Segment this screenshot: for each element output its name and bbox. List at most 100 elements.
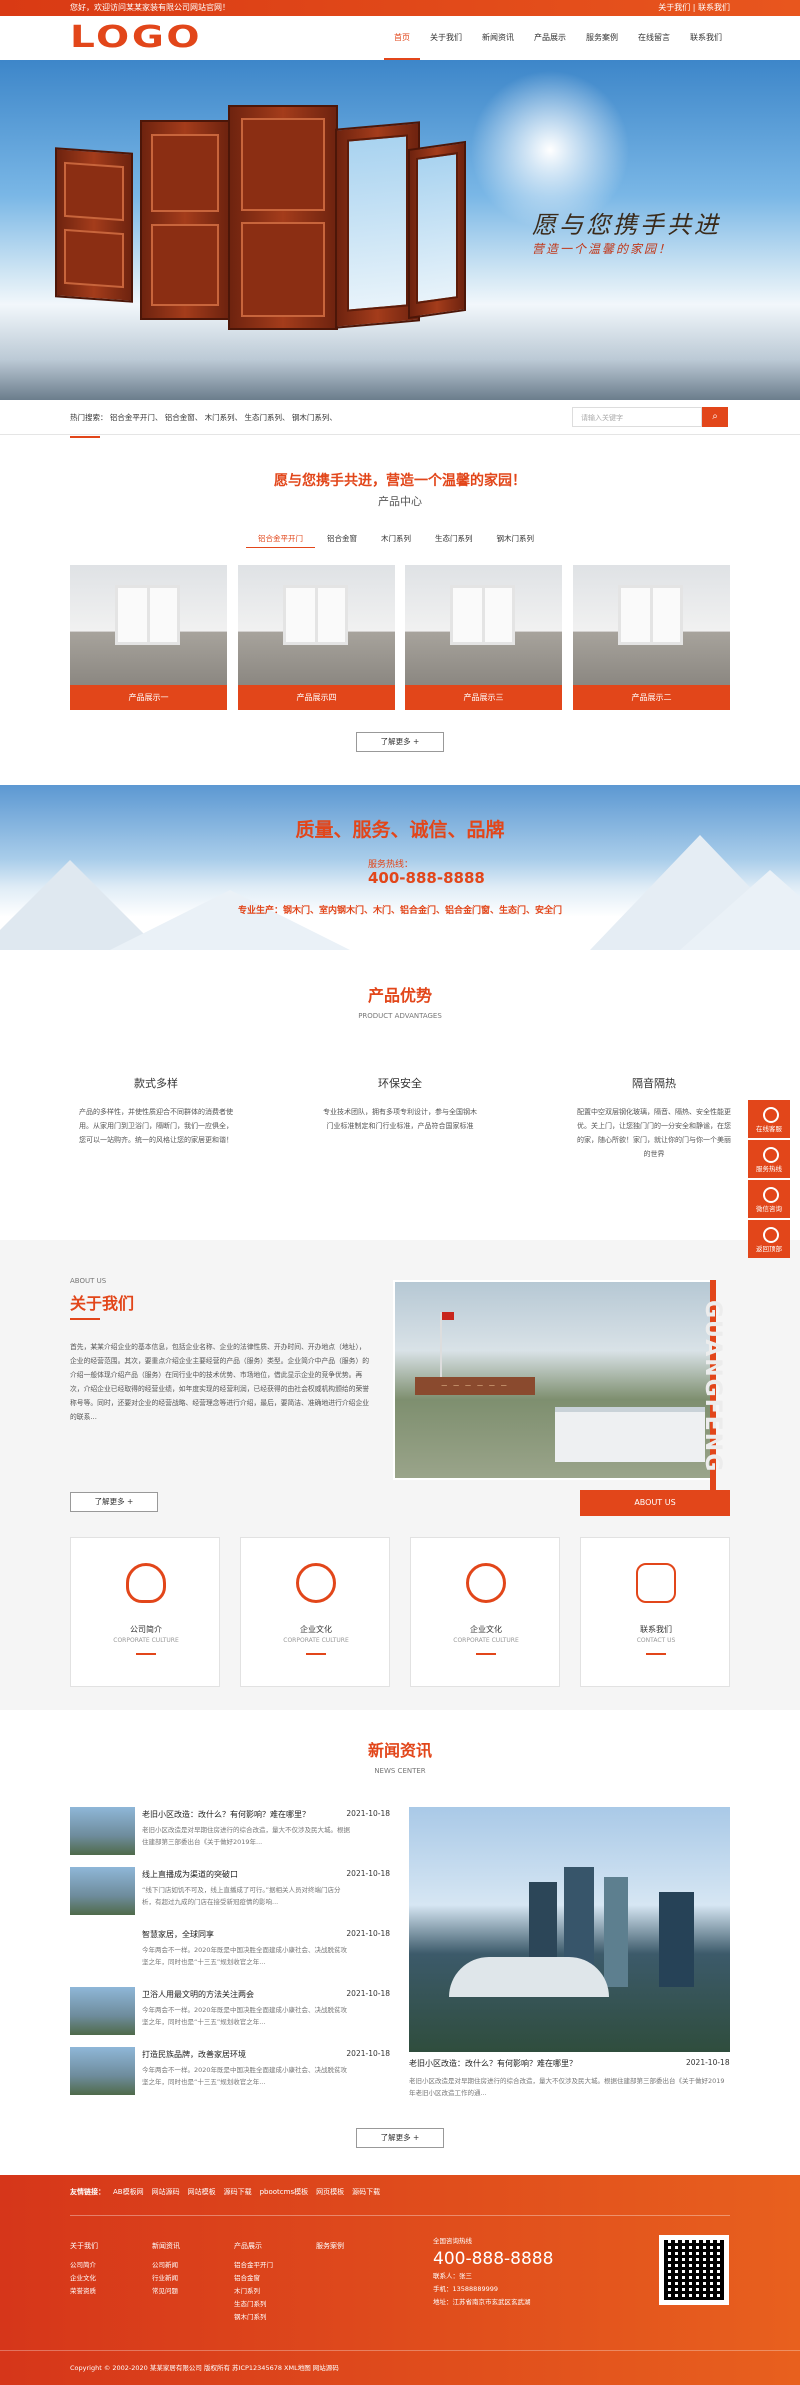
card-subtitle: CORPORATE CULTURE <box>453 1637 519 1644</box>
banner-slogan: 愿与您携手共进 <box>532 211 721 239</box>
footer-link[interactable]: 生态门系列 <box>234 2298 273 2311</box>
contact-address: 地址：江苏省南京市玄武区玄武湖 <box>433 2298 531 2306</box>
news-item[interactable]: 卫浴人用最文明的方法关注两会 2021-10-18 今年两会不一样。2020年既… <box>70 1987 390 2039</box>
news-item[interactable]: 老旧小区改造：改什么？有何影响？难在哪里？ 2021-10-18 老旧小区改造是… <box>70 1807 390 1859</box>
friend-link[interactable]: 源码下载 <box>224 2187 252 2197</box>
news-item[interactable]: 线上直播成为渠道的突破口 2021-10-18 “线下门店如饥不可及，线上直播成… <box>70 1867 390 1919</box>
tab-aluminum-door[interactable]: 铝合金平开门 <box>246 530 315 548</box>
friend-link[interactable]: AB模板网 <box>113 2187 144 2197</box>
header: LOGO 首页 关于我们 新闻资讯 产品展示 服务案例 在线留言 联系我们 <box>0 16 800 60</box>
footer-link[interactable]: 公司简介 <box>70 2259 98 2272</box>
side-back-to-top[interactable]: 返回顶部 <box>748 1220 790 1258</box>
hero-banner: 愿与您携手共进 营造一个温馨的家园！ <box>0 60 800 400</box>
search-input[interactable]: 请输入关键字 <box>572 407 702 427</box>
news-item[interactable]: 打造民族品牌，改善家居环境 2021-10-18 今年两会不一样。2020年既是… <box>70 2047 390 2099</box>
about-card[interactable]: 企业文化 CORPORATE CULTURE <box>240 1537 390 1687</box>
friend-link[interactable]: pbootcms模板 <box>260 2187 309 2197</box>
nav-contact[interactable]: 联系我们 <box>680 16 732 60</box>
nav-products[interactable]: 产品展示 <box>524 16 576 60</box>
news-title: 线上直播成为渠道的突破口 <box>142 1870 238 1879</box>
footer-col-title[interactable]: 新闻资讯 <box>152 2240 180 2253</box>
footer-col-products: 产品展示 铝合金平开门 铝合金窗 木门系列 生态门系列 钢木门系列 <box>234 2240 273 2324</box>
news-title: 打造民族品牌，改善家居环境 <box>142 2050 246 2059</box>
globe-icon <box>466 1563 506 1603</box>
specialty-text: 专业生产：钢木门、室内钢木门、木门、铝合金门、铝合金门窗、生态门、安全门 <box>237 906 562 916</box>
news-more-button[interactable]: 了解更多 + <box>356 2128 444 2148</box>
nav-message[interactable]: 在线留言 <box>628 16 680 60</box>
footer-link[interactable]: 行业新闻 <box>152 2272 180 2285</box>
nav-home[interactable]: 首页 <box>384 16 420 60</box>
about-card[interactable]: 联系我们 CONTACT US <box>580 1537 730 1687</box>
about-card[interactable]: 公司简介 CORPORATE CULTURE <box>70 1537 220 1687</box>
card-title: 联系我们 <box>640 1625 672 1634</box>
products-more-button[interactable]: 了解更多 + <box>356 732 444 752</box>
nav-cases[interactable]: 服务案例 <box>576 16 628 60</box>
news-thumbnail <box>70 1807 135 1855</box>
footer-col-news: 新闻资讯 公司新闻 行业新闻 常见问题 <box>152 2240 180 2298</box>
news-date: 2021-10-18 <box>346 2049 390 2058</box>
tab-wood-door[interactable]: 木门系列 <box>369 530 423 548</box>
footer-col-title[interactable]: 关于我们 <box>70 2240 98 2253</box>
about-label: ABOUT US <box>70 1277 107 1285</box>
news-desc: 今年两会不一样。2020年既是中国决胜全面建成小康社会、决战脱贫攻坚之年，同时也… <box>142 2006 348 2026</box>
footer-link[interactable]: 木门系列 <box>234 2285 273 2298</box>
product-card[interactable]: 产品展示四 <box>238 565 395 710</box>
product-card[interactable]: 产品展示三 <box>405 565 562 710</box>
search-bar: 热门搜索： 铝合金平开门、 铝合金窗、 木门系列、 生态门系列、 钢木门系列、 … <box>0 400 800 438</box>
side-online-service[interactable]: 在线客服 <box>748 1100 790 1138</box>
card-subtitle: CORPORATE CULTURE <box>283 1637 349 1644</box>
about-card[interactable]: 企业文化 CORPORATE CULTURE <box>410 1537 560 1687</box>
advantage-item: 隔音隔热 配置中空双层钢化玻璃，隔音、隔热、安全性能更优。关上门，让您独门门的一… <box>574 1075 734 1161</box>
footer-col-title[interactable]: 服务案例 <box>316 2240 344 2253</box>
advantage-desc: 配置中空双层钢化玻璃，隔音、隔热、安全性能更优。关上门，让您独门门的一分安全和静… <box>577 1108 731 1158</box>
side-wechat[interactable]: 微信咨询 <box>748 1180 790 1218</box>
footer-link[interactable]: 钢木门系列 <box>234 2311 273 2324</box>
about-us-tag: ABOUT US <box>580 1490 730 1516</box>
news-date: 2021-10-18 <box>346 1929 390 1938</box>
footer-link[interactable]: 铝合金平开门 <box>234 2259 273 2272</box>
product-tabs: 铝合金平开门 铝合金窗 木门系列 生态门系列 钢木门系列 <box>246 530 546 548</box>
tab-aluminum-window[interactable]: 铝合金窗 <box>315 530 369 548</box>
nav-about[interactable]: 关于我们 <box>420 16 472 60</box>
about-text: 首先，某某介绍企业的基本信息，包括企业名称、企业的法律性质、开办时间、开办地点（… <box>70 1343 370 1421</box>
hot-search[interactable]: 热门搜索： 铝合金平开门、 铝合金窗、 木门系列、 生态门系列、 钢木门系列、 <box>70 412 337 438</box>
tab-steel-wood-door[interactable]: 钢木门系列 <box>485 530 547 548</box>
contact-title: 全国咨询热线 <box>433 2237 472 2245</box>
product-card[interactable]: 产品展示二 <box>573 565 730 710</box>
advantage-item: 环保安全 专业技术团队，拥有多项专利设计，参与全国钢木门业标准制定和门行业标准，… <box>320 1075 480 1133</box>
footer-col-about: 关于我们 公司简介 企业文化 荣誉资质 <box>70 2240 98 2298</box>
footer-link[interactable]: 铝合金窗 <box>234 2272 273 2285</box>
company-photo: — — — — — — <box>393 1280 713 1480</box>
product-image <box>238 565 395 685</box>
contact-mobile: 手机：13588889999 <box>433 2285 498 2293</box>
friend-link[interactable]: 网页模板 <box>316 2187 344 2197</box>
contact-phone: 400-888-8888 <box>433 2249 554 2269</box>
friend-link[interactable]: 网站源码 <box>152 2187 180 2197</box>
door-image <box>228 105 338 330</box>
footer-divider <box>70 2215 730 2216</box>
hotline-number: 400-888-8888 <box>368 869 485 887</box>
footer-link[interactable]: 常见问题 <box>152 2285 180 2298</box>
logo[interactable]: LOGO <box>70 20 202 55</box>
tab-eco-door[interactable]: 生态门系列 <box>423 530 485 548</box>
featured-news-title[interactable]: 老旧小区改造：改什么？有何影响？难在哪里？ <box>409 2058 649 2069</box>
side-hotline[interactable]: 服务热线 <box>748 1140 790 1178</box>
featured-news-image[interactable] <box>409 1807 730 2052</box>
news-item[interactable]: 智慧家居，全球同享 2021-10-18 今年两会不一样。2020年既是中国决胜… <box>70 1927 390 1979</box>
friend-link[interactable]: 网站模板 <box>188 2187 216 2197</box>
product-card[interactable]: 产品展示一 <box>70 565 227 710</box>
friend-link[interactable]: 源码下载 <box>352 2187 380 2197</box>
footer-link[interactable]: 公司新闻 <box>152 2259 180 2272</box>
products-title: 产品中心 <box>378 495 422 508</box>
footer-col-title[interactable]: 产品展示 <box>234 2240 273 2253</box>
nav-news[interactable]: 新闻资讯 <box>472 16 524 60</box>
about-more-button[interactable]: 了解更多 + <box>70 1492 158 1512</box>
footer-link[interactable]: 荣誉资质 <box>70 2285 98 2298</box>
footer-link[interactable]: 企业文化 <box>70 2272 98 2285</box>
news-title: 新闻资讯 <box>367 1741 432 1760</box>
search-button[interactable]: ⌕ <box>702 407 728 427</box>
about-underline <box>70 1318 100 1320</box>
top-links[interactable]: 关于我们 | 联系我们 <box>658 0 730 16</box>
copyright: Copyright © 2002-2020 某某家居有限公司 版权所有 苏ICP… <box>70 2364 339 2372</box>
advantage-desc: 专业技术团队，拥有多项专利设计，参与全国钢木门业标准制定和门行业标准，产品符合国… <box>323 1108 477 1130</box>
